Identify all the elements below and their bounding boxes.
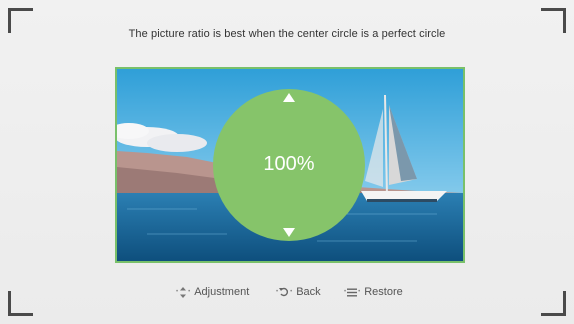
back-icon: • • <box>276 287 293 297</box>
arrow-down-icon[interactable] <box>283 228 295 237</box>
hint-restore[interactable]: • • Restore <box>343 286 403 298</box>
hint-adjustment[interactable]: • • Adjustment <box>175 286 249 298</box>
aspect-circle: 100% <box>213 89 365 241</box>
hint-restore-label: Restore <box>364 286 403 298</box>
zoom-value: 100% <box>263 153 315 175</box>
hint-back-label: Back <box>296 286 321 298</box>
menu-icon: • • <box>344 288 361 296</box>
hint-adjustment-label: Adjustment <box>194 286 250 298</box>
hint-back[interactable]: • • Back <box>275 286 321 298</box>
instruction-text: The picture ratio is best when the cente… <box>128 28 446 40</box>
picture-ratio-screen: The picture ratio is best when the cente… <box>0 0 574 324</box>
up-down-icon: • • <box>175 286 191 298</box>
control-hints: • • Adjustment • • Back • • Restore <box>0 286 574 302</box>
arrow-up-icon[interactable] <box>283 93 295 102</box>
